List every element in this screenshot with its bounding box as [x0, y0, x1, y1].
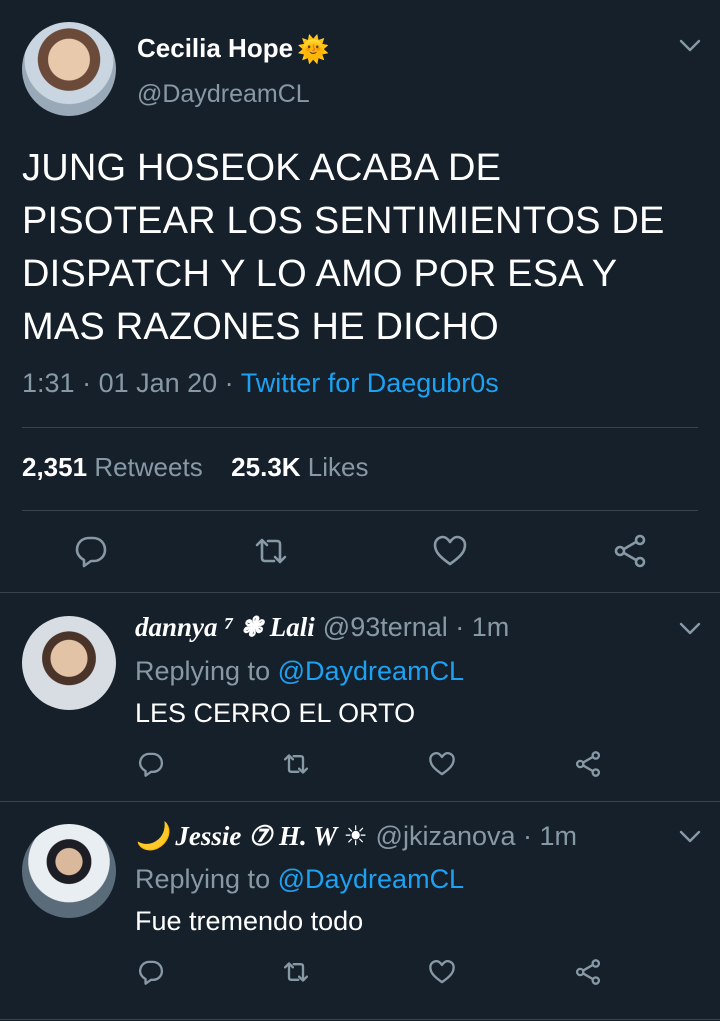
heart-icon[interactable]	[428, 958, 456, 986]
tweet-source[interactable]: Twitter for Daegubr0s	[241, 368, 499, 398]
replying-handle[interactable]: @DaydreamCL	[278, 864, 464, 894]
likes-stat[interactable]: 25.3K Likes	[231, 452, 368, 482]
share-icon[interactable]	[612, 533, 648, 569]
retweets-stat[interactable]: 2,351 Retweets	[22, 452, 203, 482]
reply-display-name[interactable]: dannya ⁷ ❃ Lali	[135, 612, 315, 643]
replying-label: Replying to	[135, 864, 271, 894]
retweet-icon[interactable]	[282, 958, 310, 986]
reply-icon[interactable]	[137, 750, 165, 778]
tweet-actions	[0, 533, 720, 571]
main-tweet: Cecilia Hope 🌞 @DaydreamCL JUNG HOSEOK A…	[0, 0, 720, 592]
divider	[22, 427, 698, 428]
tweet-stats: 2,351 Retweets 25.3K Likes	[22, 452, 369, 483]
share-icon[interactable]	[574, 958, 602, 986]
likes-label: Likes	[307, 452, 369, 482]
likes-count: 25.3K	[231, 452, 301, 482]
reply-avatar[interactable]	[22, 616, 116, 710]
reply-actions	[0, 750, 720, 780]
reply-time[interactable]: 1m	[540, 821, 578, 852]
reply-avatar[interactable]	[22, 824, 116, 918]
replying-handle[interactable]: @DaydreamCL	[278, 656, 464, 686]
heart-icon[interactable]	[432, 533, 468, 569]
author-handle[interactable]: @DaydreamCL	[137, 80, 310, 109]
author-name-text[interactable]: Cecilia Hope	[137, 33, 293, 64]
reply-header: 🌙 Jessie ⑦ H. W ☀ @jkizanova · 1m	[135, 820, 577, 852]
tweet-meta: 1:31 · 01 Jan 20 · Twitter for Daegubr0s	[22, 368, 499, 399]
reply-icon[interactable]	[137, 958, 165, 986]
tweet-text: JUNG HOSEOK ACABA DE PISOTEAR LOS SENTIM…	[22, 147, 665, 348]
tweet-time[interactable]: 1:31	[22, 368, 75, 398]
meta-separator: ·	[447, 612, 472, 642]
tweet-date[interactable]: 01 Jan 20	[99, 368, 218, 398]
reply-actions	[0, 958, 720, 988]
reply-text: LES CERRO EL ORTO	[135, 698, 416, 728]
meta-separator: ·	[217, 368, 241, 398]
meta-separator: ·	[515, 821, 540, 851]
divider	[22, 510, 698, 511]
reply-header: dannya ⁷ ❃ Lali @93ternal · 1m	[135, 612, 509, 643]
chevron-down-icon[interactable]	[679, 39, 701, 53]
chevron-down-icon[interactable]	[679, 622, 701, 636]
replying-to: Replying to @DaydreamCL	[135, 656, 464, 687]
author-name[interactable]: Cecilia Hope 🌞	[137, 33, 329, 64]
reply-text: Fue tremendo todo	[135, 906, 364, 936]
share-icon[interactable]	[574, 750, 602, 778]
reply-handle[interactable]: @jkizanova	[376, 821, 516, 852]
divider	[0, 1019, 720, 1020]
reply-time[interactable]: 1m	[472, 612, 510, 643]
retweet-icon[interactable]	[282, 750, 310, 778]
heart-icon[interactable]	[428, 750, 456, 778]
replying-label: Replying to	[135, 656, 271, 686]
replying-to: Replying to @DaydreamCL	[135, 864, 464, 895]
reply-display-name[interactable]: 🌙 Jessie ⑦ H. W ☀	[135, 820, 368, 852]
meta-separator: ·	[74, 368, 99, 398]
reply-tweet[interactable]: dannya ⁷ ❃ Lali @93ternal · 1m Replying …	[0, 594, 720, 801]
retweets-count: 2,351	[22, 452, 88, 482]
sun-emoji-icon: 🌞	[297, 33, 330, 64]
author-avatar[interactable]	[22, 22, 116, 116]
divider	[0, 592, 720, 593]
retweets-label: Retweets	[94, 452, 203, 482]
reply-handle[interactable]: @93ternal	[323, 612, 448, 643]
retweet-icon[interactable]	[253, 533, 289, 569]
reply-icon[interactable]	[73, 533, 109, 569]
reply-tweet[interactable]: 🌙 Jessie ⑦ H. W ☀ @jkizanova · 1m Replyi…	[0, 802, 720, 1009]
chevron-down-icon[interactable]	[679, 830, 701, 844]
